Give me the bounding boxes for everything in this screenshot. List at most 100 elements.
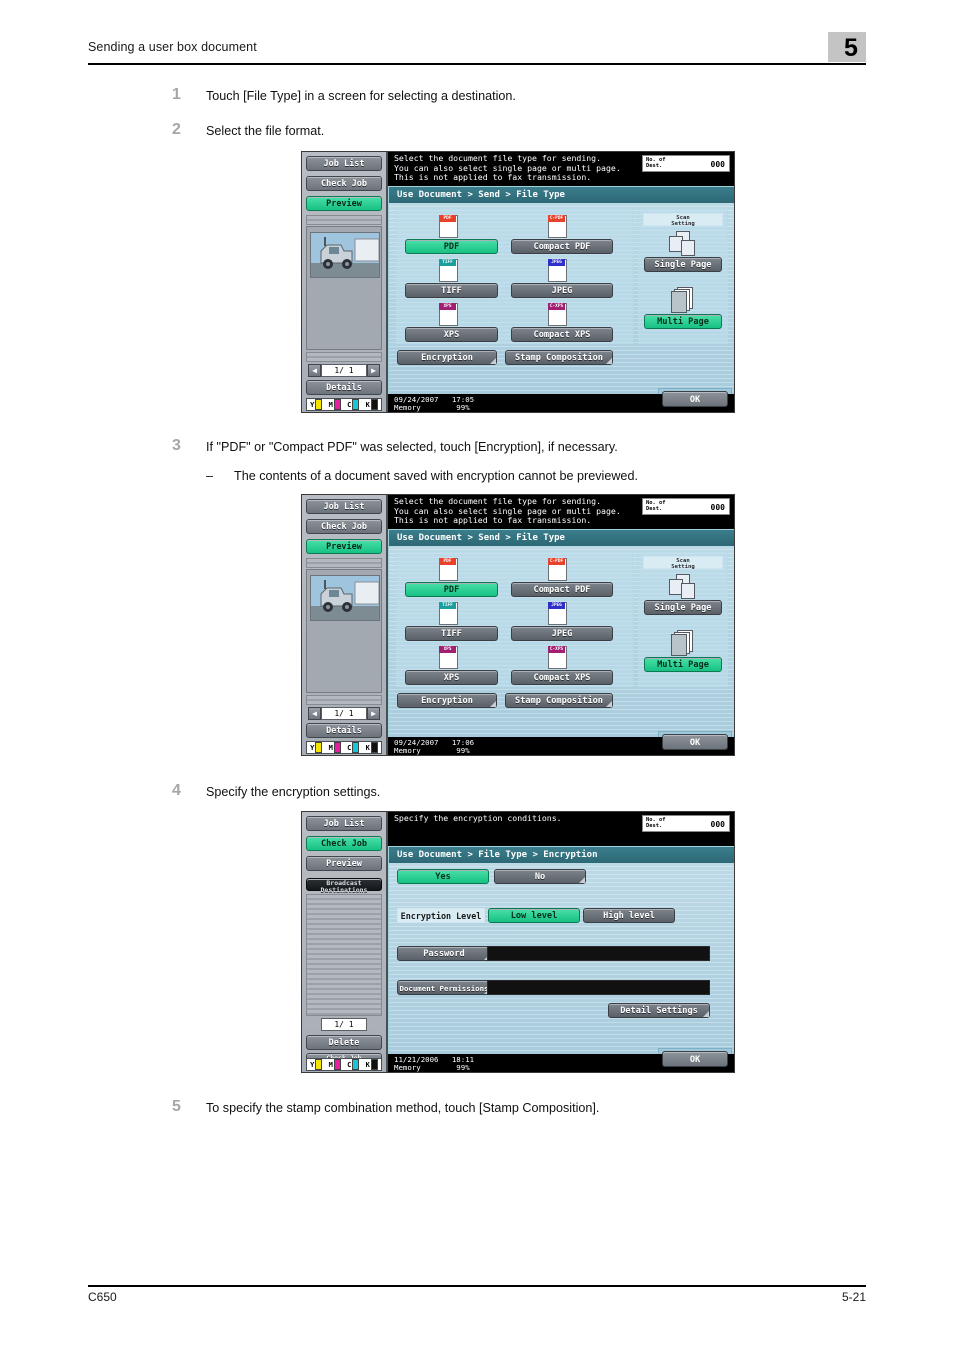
panel1-format-jpeg-button[interactable]: JPEG [511, 283, 613, 298]
panel1-toner-y-bar [315, 399, 323, 410]
panel2-check-job-button[interactable]: Check Job [306, 519, 382, 534]
panel3-document-permissions-field[interactable] [487, 980, 710, 995]
panel2-ok-button[interactable]: OK [662, 734, 728, 750]
panel3-rail-stripes [306, 894, 382, 1016]
panel3-toner-m-label: M [328, 1060, 333, 1069]
panel2-single-page-button[interactable]: Single Page [644, 600, 722, 615]
panel1-destination-label: No. of Dest. [646, 157, 666, 169]
panel3-status-text: 11/21/2006 18:11 Memory 99% [394, 1056, 474, 1072]
panel1-encryption-button[interactable]: Encryption [397, 350, 497, 365]
panel1-preview-button[interactable]: Preview [306, 196, 382, 211]
panel2-toner-y-bar [315, 742, 323, 753]
panel3-check-job-button[interactable]: Check Job [306, 836, 382, 851]
panel2-job-list-button[interactable]: Job List [306, 499, 382, 514]
compact-xps-icon-tag: C-XPS [548, 303, 565, 310]
panel1-multi-page-button[interactable]: Multi Page [644, 314, 722, 329]
panel2-details-button[interactable]: Details [306, 723, 382, 738]
panel3-password-button[interactable]: Password [397, 946, 491, 961]
panel1-format-compact-xps-button[interactable]: Compact XPS [511, 327, 613, 342]
panel1-left-rail: Job List Check Job Preview ◀ 1/ 1 ▶ Deta… [302, 152, 388, 412]
panel2-format-pdf-button[interactable]: PDF [405, 582, 498, 597]
xps-file-icon-2: XPS [439, 646, 458, 669]
panel2-preview-button[interactable]: Preview [306, 539, 382, 554]
panel1-next-page-icon[interactable]: ▶ [367, 364, 380, 377]
panel2-page-nav[interactable]: ◀ 1/ 1 ▶ [306, 707, 382, 720]
panel1-format-compact-pdf-button[interactable]: Compact PDF [511, 239, 613, 254]
compact-pdf-icon-tag-2: C-PDF [548, 558, 565, 565]
multi-page-icon-2 [671, 630, 697, 656]
panel1-format-tiff-button[interactable]: TIFF [405, 283, 498, 298]
panel1-page-mode-zone: Scan Setting Single Page Multi Page [638, 208, 728, 344]
panel1-toner-gauge: Y M C K [306, 398, 382, 411]
tiff-file-icon: TIFF [439, 259, 458, 282]
panel2-format-xps-button[interactable]: XPS [405, 670, 498, 685]
step-3-sub-text: The contents of a document saved with en… [234, 469, 638, 483]
panel2-destination-label: No. of Dest. [646, 500, 666, 512]
pdf-file-icon-2: PDF [439, 558, 458, 581]
step-3-number: 3 [172, 437, 181, 454]
panel3-page-nav: 1/ 1 [306, 1018, 382, 1031]
panel1-format-pdf-button[interactable]: PDF [405, 239, 498, 254]
panel1-stamp-composition-button[interactable]: Stamp Composition [505, 350, 613, 365]
panel3-toner-k-bar [370, 1059, 378, 1070]
panel3-low-level-button[interactable]: Low level [488, 908, 580, 923]
panel3-encryption-no-button[interactable]: No [494, 869, 586, 884]
panel3-document-permissions-button[interactable]: Document Permissions [397, 980, 491, 995]
panel3-toner-y-bar [315, 1059, 323, 1070]
panel1-info-text: Select the document file type for sendin… [394, 153, 621, 183]
panel3-ok-button[interactable]: OK [662, 1051, 728, 1067]
step-3-text: If "PDF" or "Compact PDF" was selected, … [206, 440, 618, 454]
panel3-status-memory: Memory 99% [394, 1063, 470, 1072]
panel2-encryption-button[interactable]: Encryption [397, 693, 497, 708]
panel2-format-compact-pdf-button[interactable]: Compact PDF [511, 582, 613, 597]
panel1-status-text: 09/24/2007 17:05 Memory 99% [394, 396, 474, 412]
panel1-toner-k-label: K [365, 400, 370, 409]
panel1-details-button[interactable]: Details [306, 380, 382, 395]
panel3-encryption-yes-button[interactable]: Yes [397, 869, 489, 884]
panel2-toner-c-bar [352, 742, 360, 753]
panel1-page-nav[interactable]: ◀ 1/ 1 ▶ [306, 364, 382, 377]
panel1-toner-c-label: C [347, 400, 352, 409]
step-4-number: 4 [172, 782, 181, 799]
jpeg-file-icon-2: JPEG [548, 602, 567, 625]
panel1-format-zone: PDF PDF C-PDF Compact PDF TIFF TIFF JPEG… [396, 208, 633, 344]
footer-page-number: 5-21 [841, 1290, 866, 1304]
panel2-toner-m-bar [333, 742, 341, 753]
panel3-preview-button[interactable]: Preview [306, 856, 382, 871]
lcd-screenshot-encryption: Job List Check Job Preview Broadcast Des… [301, 811, 735, 1073]
panel3-high-level-button[interactable]: High level [583, 908, 675, 923]
panel3-main-body: Yes No Encryption Level Low level High l… [388, 863, 734, 1056]
panel3-toner-k-label: K [365, 1060, 370, 1069]
panel3-destination-label: No. of Dest. [646, 817, 666, 829]
xps-icon-tag: XPS [439, 303, 456, 310]
panel1-check-job-button[interactable]: Check Job [306, 176, 382, 191]
panel2-stamp-composition-button[interactable]: Stamp Composition [505, 693, 613, 708]
panel2-page-mode-zone: Scan Setting Single Page Multi Page [638, 551, 728, 687]
panel2-format-jpeg-button[interactable]: JPEG [511, 626, 613, 641]
panel1-prev-page-icon[interactable]: ◀ [308, 364, 321, 377]
panel1-toner-m-bar [333, 399, 341, 410]
panel3-password-field[interactable] [487, 946, 710, 961]
tiff-file-icon-2: TIFF [439, 602, 458, 625]
compact-xps-file-icon: C-XPS [548, 303, 567, 326]
lcd-screenshot-file-type-1: Job List Check Job Preview ◀ 1/ 1 ▶ Deta… [301, 151, 735, 413]
panel3-detail-settings-button[interactable]: Detail Settings [608, 1003, 710, 1018]
panel3-job-list-button[interactable]: Job List [306, 816, 382, 831]
page-header: Sending a user box document [88, 38, 866, 68]
panel1-ok-button[interactable]: OK [662, 391, 728, 407]
panel1-format-xps-button[interactable]: XPS [405, 327, 498, 342]
panel2-multi-page-button[interactable]: Multi Page [644, 657, 722, 672]
panel2-format-tiff-button[interactable]: TIFF [405, 626, 498, 641]
panel1-single-page-button[interactable]: Single Page [644, 257, 722, 272]
jpeg-icon-tag-2: JPEG [548, 602, 565, 609]
panel2-prev-page-icon[interactable]: ◀ [308, 707, 321, 720]
panel1-job-list-button[interactable]: Job List [306, 156, 382, 171]
step-2-number: 2 [172, 121, 181, 138]
tiff-icon-tag: TIFF [439, 259, 456, 266]
panel2-toner-gauge: Y M C K [306, 741, 382, 754]
panel2-next-page-icon[interactable]: ▶ [367, 707, 380, 720]
panel2-info-text: Select the document file type for sendin… [394, 496, 621, 526]
panel2-format-compact-xps-button[interactable]: Compact XPS [511, 670, 613, 685]
panel3-delete-button[interactable]: Delete [306, 1035, 382, 1050]
footer-model: C650 [88, 1290, 117, 1304]
